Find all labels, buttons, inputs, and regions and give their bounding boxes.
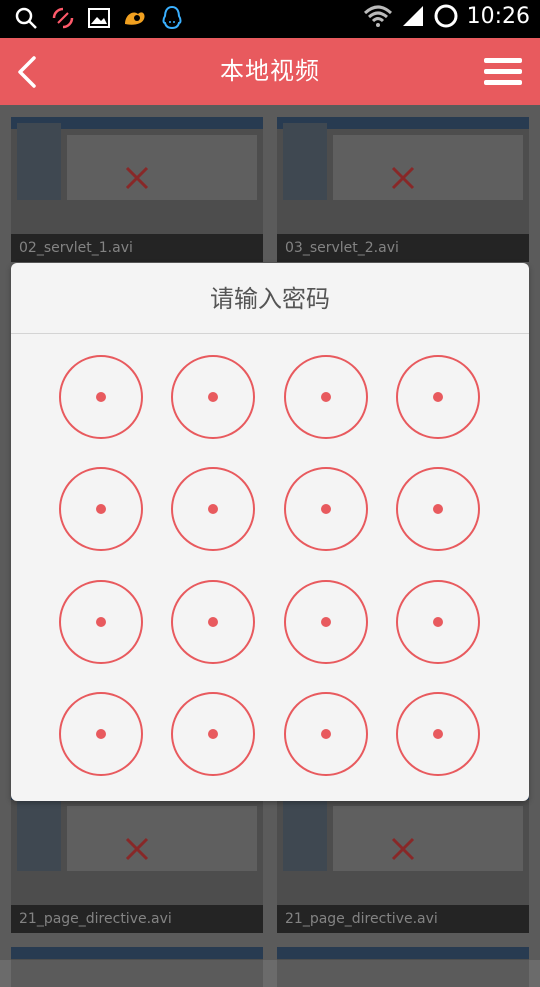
dialog-title: 请输入密码: [11, 263, 529, 334]
page-title: 本地视频: [220, 57, 320, 85]
menu-icon[interactable]: [484, 58, 522, 86]
pattern-dot: [433, 392, 443, 402]
status-bar: 10:26: [0, 0, 540, 38]
clock: 10:26: [466, 3, 530, 29]
pattern-dot: [96, 392, 106, 402]
pattern-node[interactable]: [284, 467, 368, 551]
pattern-node[interactable]: [59, 355, 143, 439]
image-icon: [88, 8, 110, 28]
pattern-node[interactable]: [396, 692, 480, 776]
qq-icon: [162, 5, 182, 30]
pattern-node[interactable]: [171, 580, 255, 664]
pattern-dot: [208, 617, 218, 627]
signal-icon: [402, 6, 423, 26]
pattern-node[interactable]: [171, 355, 255, 439]
pattern-dot: [321, 729, 331, 739]
pattern-node[interactable]: [284, 580, 368, 664]
pattern-node[interactable]: [171, 692, 255, 776]
wifi-icon: [363, 5, 392, 27]
pattern-node[interactable]: [59, 580, 143, 664]
pattern-dot: [96, 617, 106, 627]
pattern-dot: [433, 729, 443, 739]
pattern-dot: [96, 729, 106, 739]
pattern-dot: [321, 617, 331, 627]
pattern-node[interactable]: [284, 692, 368, 776]
pattern-node[interactable]: [396, 467, 480, 551]
pattern-node[interactable]: [59, 467, 143, 551]
broken-link-icon: [52, 7, 74, 29]
pattern-dot: [321, 392, 331, 402]
battery-ring-icon: [434, 4, 458, 28]
pattern-dot: [208, 729, 218, 739]
app-header: 本地视频: [0, 38, 540, 105]
pattern-dot: [433, 617, 443, 627]
password-dialog: 请输入密码: [11, 263, 529, 801]
pattern-node[interactable]: [59, 692, 143, 776]
pattern-dot: [433, 504, 443, 514]
pattern-dot: [208, 392, 218, 402]
pattern-dot: [208, 504, 218, 514]
pattern-dot: [321, 504, 331, 514]
pattern-node[interactable]: [396, 580, 480, 664]
search-icon: [15, 7, 37, 29]
pattern-node[interactable]: [171, 467, 255, 551]
pattern-node[interactable]: [396, 355, 480, 439]
pattern-dot: [96, 504, 106, 514]
pattern-grid: [11, 334, 529, 801]
uc-browser-icon: [125, 12, 145, 25]
pattern-node[interactable]: [284, 355, 368, 439]
